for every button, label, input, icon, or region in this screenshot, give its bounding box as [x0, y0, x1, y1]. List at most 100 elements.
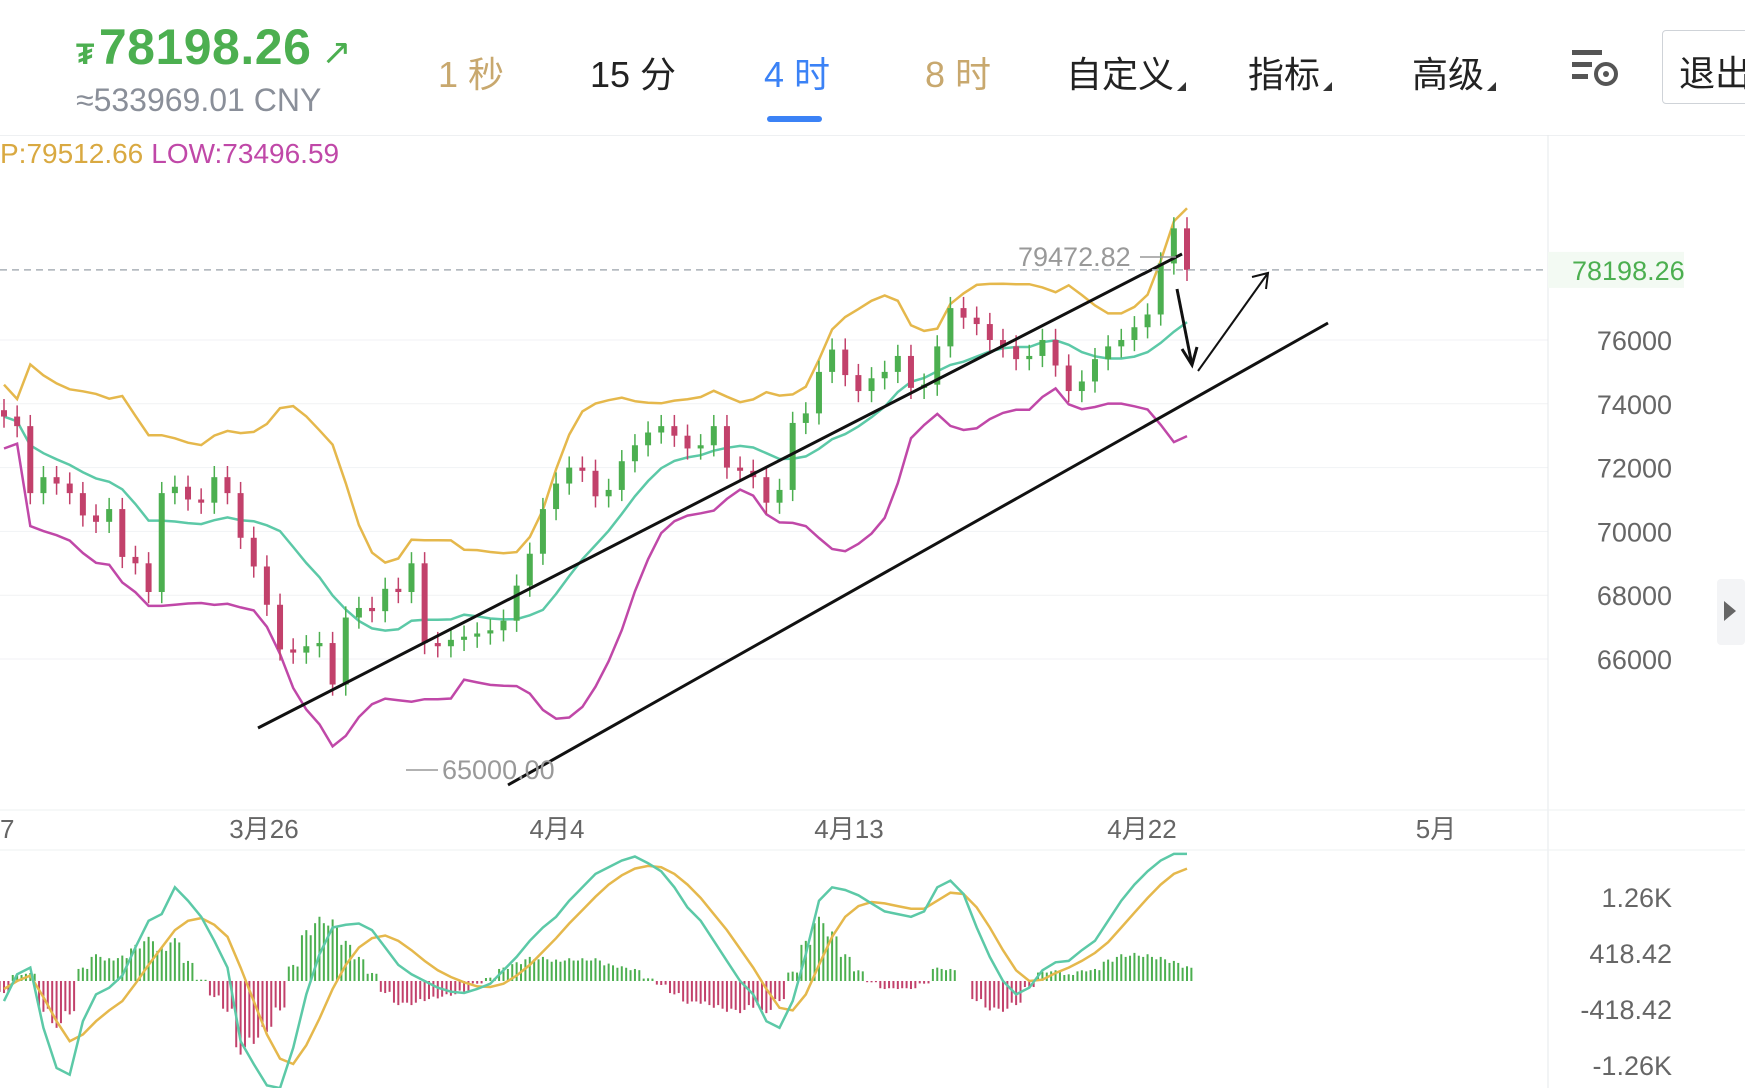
advanced-menu[interactable]: 高级	[1412, 46, 1497, 98]
candle-body	[1118, 340, 1125, 347]
candle-body	[1184, 228, 1190, 270]
peak-price-label: 79472.82	[1018, 242, 1131, 272]
price-value: 78198.26	[98, 19, 312, 75]
candle-body	[487, 630, 494, 634]
candle-body	[14, 416, 21, 427]
x-tick-label: 7	[0, 814, 14, 844]
candle-body	[723, 426, 730, 468]
candle-body	[539, 509, 546, 554]
candle-body	[355, 607, 362, 618]
current-price: ₮78198.26 ↗	[76, 18, 352, 76]
candle-body	[829, 349, 836, 372]
custom-menu[interactable]: 自定义	[1066, 46, 1187, 98]
y-tick-label: 72000	[1597, 454, 1672, 484]
tab-8h[interactable]: 8 时	[925, 46, 991, 98]
tab-1s[interactable]: 1 秒	[438, 46, 504, 98]
candle-body	[185, 486, 192, 500]
candle-body	[645, 432, 652, 446]
candle-body	[329, 643, 336, 685]
chart-settings-icon	[1572, 50, 1618, 86]
chart-settings-button[interactable]	[1570, 44, 1620, 88]
candle-body	[842, 349, 849, 376]
dropdown-corner-icon	[1487, 82, 1497, 91]
candle-body	[53, 477, 60, 484]
candle-body	[960, 308, 967, 318]
candle-body	[145, 563, 152, 593]
candle-body	[198, 499, 205, 503]
candle-body	[237, 493, 244, 538]
y-tick-label: 76000	[1597, 326, 1672, 356]
candle-body	[986, 324, 993, 340]
candle-body	[658, 426, 665, 433]
indicators-menu-label: 指标	[1248, 54, 1321, 95]
candle-body	[1105, 346, 1112, 360]
usdt-currency-icon: ₮	[76, 38, 95, 71]
candle-body	[263, 566, 270, 605]
candle-body	[106, 509, 113, 522]
candle-body	[382, 588, 389, 612]
dropdown-corner-icon	[1323, 82, 1333, 91]
candle-body	[158, 493, 165, 593]
candle-body	[671, 426, 678, 436]
price-cny-equivalent: ≈533969.01 CNY	[76, 82, 322, 118]
trend-up-arrow-icon: ↗	[321, 31, 353, 72]
y-tick-label: 70000	[1597, 517, 1672, 547]
candle-body	[737, 467, 744, 471]
candle-body	[763, 477, 770, 503]
candle-body	[592, 470, 599, 497]
candle-body	[119, 509, 126, 557]
candle-body	[526, 553, 533, 586]
channel-lower-line	[507, 321, 1329, 787]
candlesticks	[1, 217, 1190, 696]
macd-panel	[0, 852, 1193, 1088]
candle-body	[1144, 314, 1151, 328]
exit-button[interactable]: 退出	[1662, 30, 1745, 104]
candle-body	[79, 493, 86, 516]
candle-body	[1131, 327, 1138, 340]
candle-body	[224, 477, 231, 494]
candle-body	[868, 378, 875, 392]
candle-body	[947, 308, 954, 347]
candle-body	[894, 355, 901, 372]
candle-body	[171, 486, 178, 494]
candle-body	[303, 646, 310, 653]
x-tick-label: 5月	[1416, 814, 1456, 844]
candle-body	[605, 489, 612, 497]
channel-lines	[257, 252, 1329, 787]
candle-body	[408, 563, 415, 593]
tab-4h[interactable]: 4 时	[764, 46, 830, 98]
macd-tick-label: 1.26K	[1601, 883, 1672, 913]
candle-body	[710, 426, 717, 446]
expand-right-arrow-icon	[1717, 579, 1745, 645]
candle-body	[290, 649, 297, 653]
custom-menu-label: 自定义	[1066, 54, 1175, 95]
candle-body	[250, 537, 257, 567]
candle-body	[855, 375, 862, 392]
candle-body	[1052, 340, 1059, 366]
candle-body	[513, 585, 520, 621]
bollinger-upper-line	[3, 207, 1188, 564]
candle-body	[973, 317, 980, 325]
candle-body	[553, 483, 560, 510]
candle-body	[434, 643, 441, 647]
x-tick-label: 3月26	[229, 814, 298, 844]
candle-body	[802, 413, 809, 423]
candle-body	[1, 410, 7, 417]
active-tab-indicator	[767, 116, 822, 122]
candle-body	[1039, 340, 1046, 356]
candle-body	[1065, 365, 1072, 392]
tab-15m[interactable]: 15 分	[590, 46, 676, 98]
candle-body	[40, 477, 47, 494]
candle-body	[369, 607, 376, 612]
x-tick-label: 4月13	[814, 814, 883, 844]
indicators-menu[interactable]: 指标	[1248, 46, 1333, 98]
candle-body	[1157, 263, 1164, 315]
current-price-label: 78198.26	[1572, 256, 1685, 286]
dropdown-corner-icon	[1177, 82, 1187, 91]
candle-body	[395, 588, 402, 593]
candle-body	[93, 515, 100, 522]
candle-body	[881, 371, 888, 379]
candle-body	[342, 617, 349, 685]
candle-body	[684, 435, 691, 449]
price-chart: 78198.26 79472.82 65000.00 76000 74000 72000…	[0, 135, 1745, 1088]
